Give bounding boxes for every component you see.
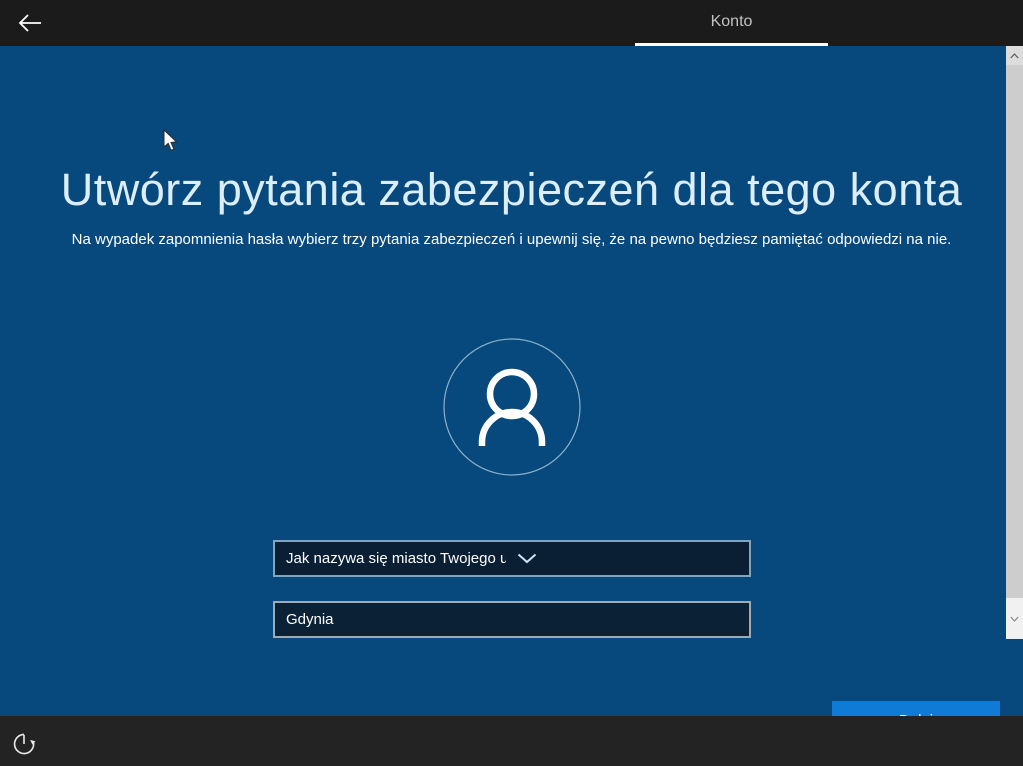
arrow-left-icon: [17, 12, 44, 34]
top-bar: Konto: [0, 0, 1023, 46]
scrollbar-down-button[interactable]: [1006, 598, 1023, 639]
ease-of-access-icon: [11, 731, 37, 757]
page-subtitle: Na wypadek zapomnienia hasła wybierz trz…: [0, 231, 1023, 248]
chevron-down-icon: [1010, 616, 1019, 622]
back-button[interactable]: [8, 5, 52, 41]
user-avatar-icon: [437, 332, 587, 482]
main-content: Utwórz pytania zabezpieczeń dla tego kon…: [0, 46, 1023, 716]
tab-konto-label: Konto: [711, 13, 753, 31]
chevron-down-icon: [506, 553, 737, 564]
page-title: Utwórz pytania zabezpieczeń dla tego kon…: [0, 164, 1023, 216]
security-question-value: Jak nazywa się miasto Twojego urodzenia?: [275, 550, 506, 567]
security-answer-input[interactable]: [273, 601, 751, 638]
tab-konto[interactable]: Konto: [635, 0, 828, 46]
scrollbar[interactable]: [1006, 46, 1023, 639]
chevron-up-icon: [1010, 53, 1019, 59]
bottom-bar: [0, 716, 1023, 766]
oobe-security-questions-screen: Konto Utwórz pytania zabezpieczeń dla te…: [0, 0, 1023, 766]
scrollbar-thumb[interactable]: [1006, 65, 1023, 598]
security-question-select[interactable]: Jak nazywa się miasto Twojego urodzenia?: [273, 540, 751, 577]
scrollbar-up-button[interactable]: [1006, 46, 1023, 65]
ease-of-access-button[interactable]: [8, 729, 40, 759]
